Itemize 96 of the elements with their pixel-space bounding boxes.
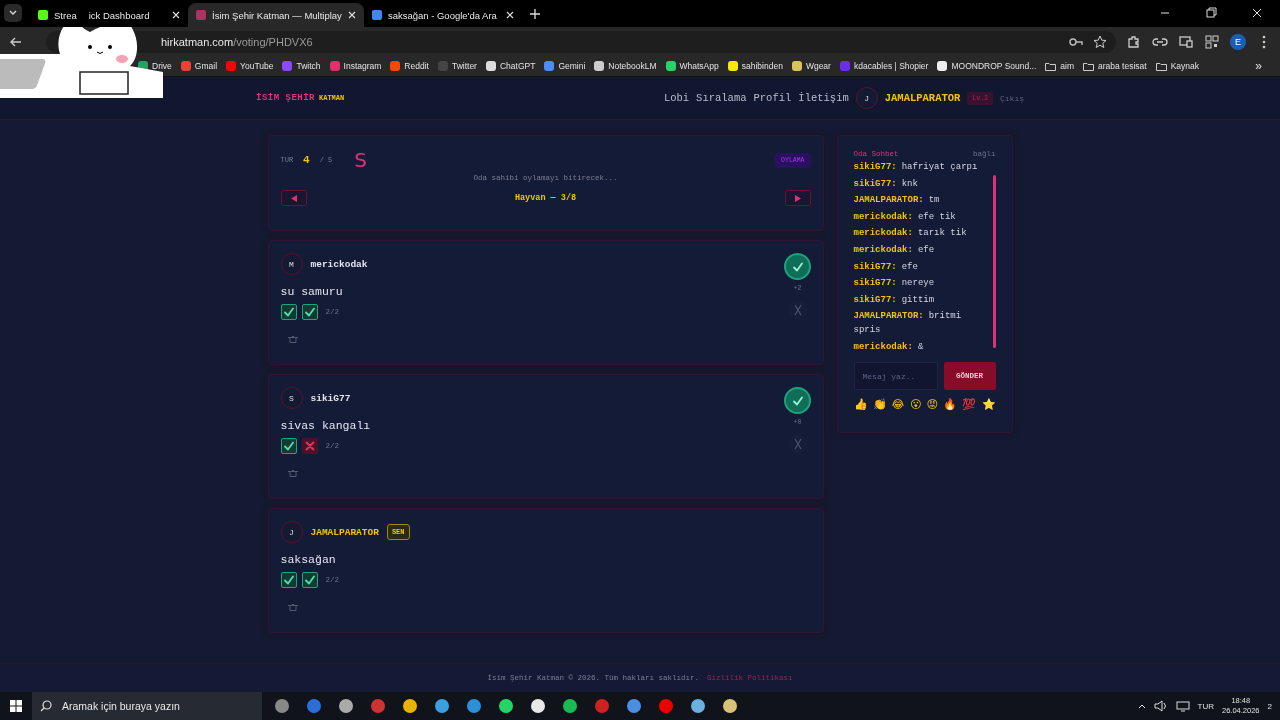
browser-tab[interactable]: Strea ick Dashboard bbox=[30, 3, 188, 27]
windows-logo-icon[interactable] bbox=[10, 700, 22, 712]
reaction-button[interactable]: 😂 bbox=[891, 398, 905, 412]
bookmark[interactable]: Wgear bbox=[791, 61, 831, 71]
chat-message: merickodak: tarık tik bbox=[853, 227, 968, 241]
answer-text: saksağan bbox=[280, 553, 336, 566]
right-triangle-icon bbox=[794, 194, 801, 202]
trash-icon[interactable] bbox=[287, 604, 298, 611]
puzzle-icon[interactable] bbox=[1126, 33, 1142, 50]
close-icon[interactable] bbox=[172, 11, 180, 19]
player-avatar: S bbox=[280, 387, 303, 409]
bookmark[interactable]: araba tesisat bbox=[1083, 61, 1147, 71]
notification-count[interactable]: 2 bbox=[1267, 701, 1272, 711]
left-triangle-icon bbox=[290, 194, 297, 202]
player-name: merickodak bbox=[310, 258, 368, 270]
approve-button[interactable] bbox=[784, 387, 811, 414]
folder-icon bbox=[1155, 61, 1167, 71]
reaction-button[interactable]: 🔥 bbox=[943, 398, 958, 412]
chat-message: sikiG77: hafriyat çarpı bbox=[853, 161, 979, 174]
player-name: sikiG77 bbox=[310, 392, 351, 404]
favicon-icon bbox=[371, 10, 382, 20]
favicon-icon bbox=[38, 10, 48, 20]
language-indicator[interactable]: TUR bbox=[1197, 701, 1214, 711]
reaction-button[interactable]: 👍 bbox=[853, 398, 868, 412]
bookmark[interactable]: Twitch bbox=[282, 61, 321, 71]
bookmark[interactable]: YouTube bbox=[226, 61, 274, 71]
nav-link[interactable]: Lobi bbox=[663, 92, 690, 104]
bookmark[interactable]: WhatsApp bbox=[665, 61, 719, 71]
chat-message: sikiG77: knk bbox=[853, 177, 919, 191]
chevron-down-icon bbox=[9, 10, 17, 16]
chat-message: JAMALPARATOR: britmi spris bbox=[853, 310, 963, 337]
folder-icon bbox=[1045, 61, 1057, 71]
plus-icon bbox=[529, 9, 540, 19]
favicon-icon bbox=[196, 10, 206, 20]
category-label: Hayvan — 3/8 bbox=[514, 193, 577, 203]
chat-message: sikiG77: nereye bbox=[853, 277, 936, 291]
player-avatar: M bbox=[280, 253, 303, 275]
close-icon[interactable] bbox=[505, 11, 514, 19]
bookmark[interactable]: Gemini bbox=[544, 61, 586, 71]
nav-link[interactable]: Profil bbox=[753, 92, 792, 104]
browser-tab[interactable]: İsim Şehir Katman — Multiplay bbox=[188, 3, 364, 27]
address-bar[interactable]: hirkatman.com/voting/PHDVX6 bbox=[46, 30, 1116, 53]
star-icon[interactable] bbox=[1092, 33, 1108, 50]
reaction-button[interactable]: 😡 bbox=[926, 398, 938, 412]
reaction-button[interactable]: 😮 bbox=[909, 398, 922, 412]
reaction-button[interactable]: ⭐ bbox=[981, 398, 996, 412]
chat-message: sikiG77: gittim bbox=[853, 293, 936, 307]
trash-icon[interactable] bbox=[287, 470, 298, 477]
bookmark[interactable]: ChatGPT bbox=[485, 61, 536, 71]
player-name: JAMALPARATOR bbox=[310, 526, 379, 538]
logo-title[interactable]: İSİM ŞEHİR bbox=[256, 93, 315, 103]
username[interactable]: JAMALPARATOR bbox=[884, 92, 961, 104]
chat-message: merickodak: & bbox=[853, 340, 925, 354]
reaction-button[interactable]: 💯 bbox=[962, 398, 977, 412]
next-button[interactable] bbox=[784, 190, 811, 206]
search-icon bbox=[40, 700, 52, 712]
chat-message: merickodak: efe tik bbox=[853, 210, 957, 224]
speaker-icon[interactable] bbox=[1153, 700, 1168, 712]
answer-text: su samuru bbox=[280, 285, 343, 298]
message-input[interactable]: Mesaj yaz.. bbox=[853, 362, 938, 391]
more-bookmarks-button[interactable]: » bbox=[1255, 59, 1262, 73]
round-letter: S bbox=[354, 148, 368, 172]
player-avatar: J bbox=[280, 521, 303, 543]
bookmark[interactable]: kdacables | Shopier bbox=[839, 61, 929, 71]
bookmark[interactable]: aim bbox=[1045, 61, 1074, 71]
nav-link[interactable]: Sıralama bbox=[696, 92, 747, 104]
bookmark[interactable]: Twitter bbox=[437, 61, 477, 71]
user-avatar: J bbox=[855, 87, 878, 109]
cross-icon bbox=[792, 438, 803, 450]
bookmark[interactable]: sahibinden bbox=[727, 61, 783, 71]
approve-button[interactable] bbox=[784, 253, 811, 280]
nav-link[interactable]: İletişim bbox=[798, 92, 849, 104]
round-number: 4 bbox=[303, 154, 310, 166]
taskbar-search-field[interactable]: Aramak için buraya yazın bbox=[32, 692, 262, 720]
bookmark[interactable]: Kaynak bbox=[1155, 61, 1200, 71]
cast-icon[interactable] bbox=[1178, 33, 1194, 50]
previous-button[interactable] bbox=[280, 190, 307, 206]
browser-tab[interactable]: saksağan - Google'da Ara bbox=[363, 3, 522, 27]
reaction-button[interactable]: 👏 bbox=[872, 398, 887, 412]
bookmark[interactable]: NotebookLM bbox=[594, 61, 657, 71]
cross-icon bbox=[792, 304, 803, 316]
qr-code-icon[interactable] bbox=[1204, 33, 1220, 50]
bookmark[interactable]: Instagram bbox=[329, 61, 382, 71]
bookmark[interactable]: Gmail bbox=[180, 61, 218, 71]
profile-avatar[interactable]: E bbox=[1230, 33, 1246, 50]
answer-text: sivas kangalı bbox=[280, 419, 371, 432]
bookmark[interactable]: Reddit bbox=[390, 61, 429, 71]
folder-icon bbox=[1083, 61, 1094, 71]
bookmark[interactable]: MOONDROP Sound... bbox=[937, 61, 1037, 71]
chat-message: JAMALPARATOR: tm bbox=[853, 194, 941, 208]
chat-message: merickodak: efe bbox=[853, 243, 936, 257]
chat-message: sikiG77: efe bbox=[853, 260, 919, 274]
trash-icon[interactable] bbox=[287, 336, 298, 343]
close-icon[interactable] bbox=[347, 11, 356, 19]
tab-list-button[interactable] bbox=[4, 4, 22, 22]
chevron-up-icon[interactable] bbox=[1137, 703, 1146, 709]
